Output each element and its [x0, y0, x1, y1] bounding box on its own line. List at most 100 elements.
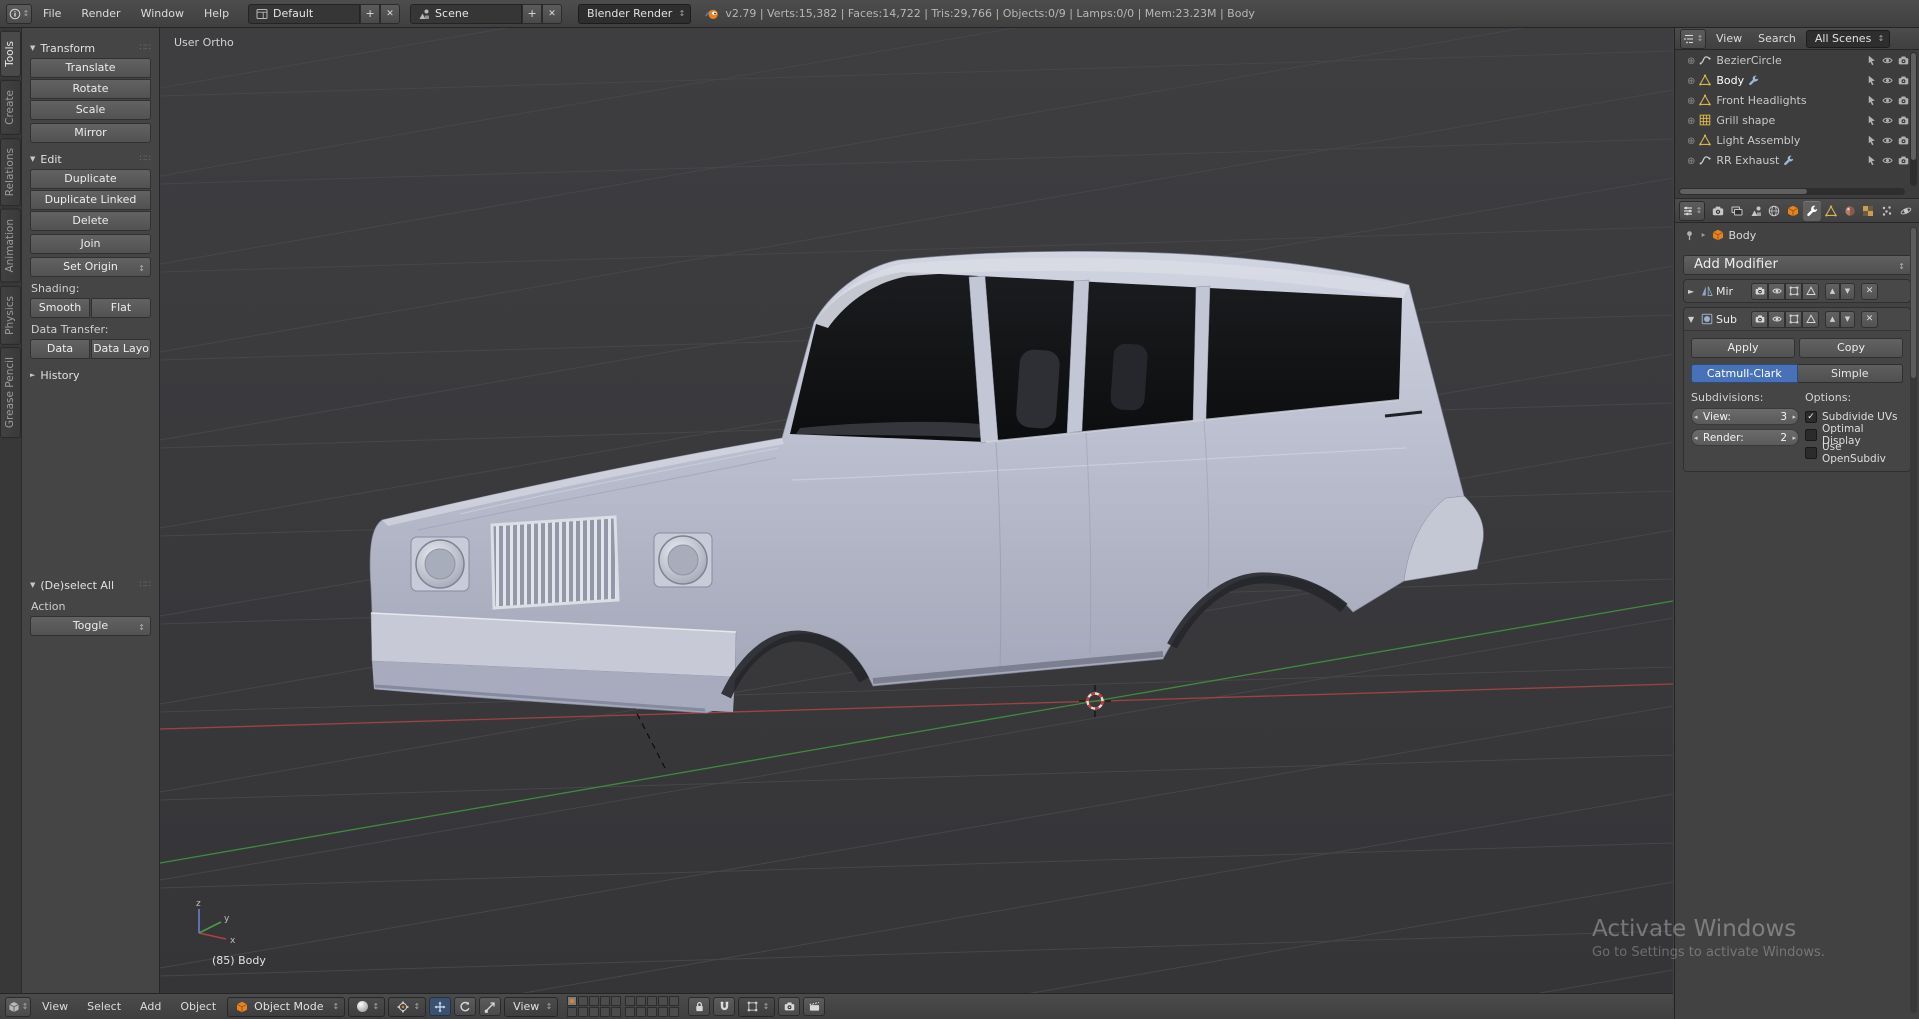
- subdivision-type-simple[interactable]: Simple: [1797, 364, 1903, 383]
- tab-object[interactable]: [1784, 201, 1802, 221]
- layer-toggle[interactable]: [647, 996, 658, 1006]
- tab-texture[interactable]: [1860, 201, 1878, 221]
- restrict-select-icon[interactable]: [1866, 135, 1877, 146]
- duplicate-button[interactable]: Duplicate: [30, 169, 151, 189]
- panel-header-deselect-all[interactable]: (De)select All: [30, 575, 151, 595]
- modifier-cage-toggle[interactable]: [1802, 282, 1819, 300]
- restrict-view-eye-icon[interactable]: [1882, 75, 1893, 86]
- rotate-button[interactable]: Rotate: [30, 79, 151, 99]
- panel-grip-icon[interactable]: [140, 154, 151, 164]
- modifier-render-toggle[interactable]: [1751, 282, 1768, 300]
- tab-relations[interactable]: Relations: [0, 137, 21, 206]
- restrict-render-camera-icon[interactable]: [1898, 115, 1909, 126]
- transfer-data-button[interactable]: Data: [30, 339, 90, 359]
- outliner-display-filter-select[interactable]: All Scenes: [1805, 29, 1891, 48]
- outliner-item-rr-exhaust[interactable]: RR Exhaust: [1675, 150, 1919, 170]
- outliner-menu-view[interactable]: View: [1710, 28, 1748, 50]
- render-engine-select[interactable]: Blender Render: [578, 3, 692, 24]
- editor-type-outliner-button[interactable]: [1680, 28, 1706, 49]
- pivot-point-select[interactable]: [388, 996, 427, 1017]
- layer-toggle[interactable]: [636, 996, 647, 1006]
- expand-icon[interactable]: [1687, 134, 1695, 147]
- editor-type-3dview-button[interactable]: [5, 996, 31, 1017]
- layer-toggle[interactable]: [589, 1007, 600, 1017]
- expand-icon[interactable]: [1687, 74, 1695, 87]
- mode-select[interactable]: Object Mode: [227, 996, 346, 1017]
- layer-toggle[interactable]: [669, 996, 680, 1006]
- transform-orientation-select[interactable]: View: [504, 996, 559, 1017]
- restrict-render-camera-icon[interactable]: [1898, 95, 1909, 106]
- restrict-render-camera-icon[interactable]: [1898, 135, 1909, 146]
- viewport-shading-select[interactable]: [348, 996, 386, 1017]
- outliner-item-light-assembly[interactable]: Light Assembly: [1675, 130, 1919, 150]
- menu-render[interactable]: Render: [72, 0, 129, 28]
- modifier-delete-button[interactable]: [1861, 282, 1878, 300]
- editor-type-properties-button[interactable]: [1679, 200, 1705, 221]
- duplicate-linked-button[interactable]: Duplicate Linked: [30, 190, 151, 210]
- layer-toggle[interactable]: [658, 996, 669, 1006]
- shade-flat-button[interactable]: Flat: [91, 298, 151, 318]
- expand-toggle-icon[interactable]: [1688, 287, 1698, 296]
- outliner-horizontal-scrollbar[interactable]: [1679, 188, 1905, 195]
- view-subdivisions-field[interactable]: View: 3: [1691, 408, 1799, 425]
- menu-file[interactable]: File: [34, 0, 70, 28]
- restrict-view-eye-icon[interactable]: [1882, 155, 1893, 166]
- tab-animation[interactable]: Animation: [0, 209, 21, 283]
- restrict-view-eye-icon[interactable]: [1882, 115, 1893, 126]
- expand-icon[interactable]: [1687, 54, 1695, 67]
- expand-icon[interactable]: [1687, 154, 1695, 167]
- tab-modifiers[interactable]: [1803, 200, 1821, 221]
- restrict-select-icon[interactable]: [1866, 95, 1877, 106]
- action-toggle-menu[interactable]: Toggle: [30, 616, 151, 637]
- restrict-select-icon[interactable]: [1866, 75, 1877, 86]
- layer-toggle[interactable]: [611, 996, 622, 1006]
- mirror-button[interactable]: Mirror: [30, 123, 151, 143]
- tab-physics[interactable]: Physics: [0, 285, 21, 345]
- tab-grease-pencil[interactable]: Grease Pencil: [0, 347, 21, 439]
- delete-scene-button[interactable]: [542, 3, 563, 24]
- join-button[interactable]: Join: [30, 234, 151, 254]
- manipulator-translate-button[interactable]: [429, 997, 452, 1016]
- snap-toggle-button[interactable]: [713, 997, 736, 1016]
- menu-help[interactable]: Help: [195, 0, 238, 28]
- modifier-name[interactable]: Mir: [1716, 285, 1746, 298]
- restrict-select-icon[interactable]: [1866, 55, 1877, 66]
- expand-icon[interactable]: [1687, 94, 1695, 107]
- modifier-move-down-button[interactable]: ▼: [1840, 282, 1855, 300]
- panel-header-transform[interactable]: Transform: [30, 38, 151, 58]
- layer-toggle[interactable]: [636, 1007, 647, 1017]
- restrict-render-camera-icon[interactable]: [1898, 155, 1909, 166]
- menu-select[interactable]: Select: [79, 994, 129, 1019]
- tab-scene[interactable]: [1747, 201, 1765, 221]
- outliner-item-beziercircle[interactable]: BezierCircle: [1675, 50, 1919, 70]
- properties-scrollbar[interactable]: [1910, 227, 1917, 1013]
- car-model[interactable]: [369, 250, 1484, 771]
- menu-object[interactable]: Object: [172, 994, 224, 1019]
- layer-toggle[interactable]: [600, 996, 611, 1006]
- apply-modifier-button[interactable]: Apply: [1691, 338, 1795, 358]
- editor-type-info-button[interactable]: [6, 3, 32, 24]
- add-modifier-button[interactable]: Add Modifier: [1683, 255, 1912, 276]
- layer-toggle[interactable]: [611, 1007, 622, 1017]
- layer-toggle[interactable]: [625, 1007, 636, 1017]
- tab-create[interactable]: Create: [0, 79, 21, 135]
- pin-icon[interactable]: [1684, 230, 1695, 241]
- opengl-render-image-button[interactable]: [778, 997, 801, 1016]
- add-scene-button[interactable]: [522, 3, 543, 24]
- layer-toggle[interactable]: [600, 1007, 611, 1017]
- tab-particles[interactable]: [1878, 201, 1896, 221]
- layer-toggle[interactable]: [625, 996, 636, 1006]
- layer-toggle[interactable]: [567, 996, 578, 1006]
- manipulator-scale-button[interactable]: [479, 997, 502, 1016]
- screen-layout-field[interactable]: Default: [248, 3, 361, 24]
- menu-window[interactable]: Window: [132, 0, 193, 28]
- checkbox-optimal-display[interactable]: [1805, 429, 1817, 441]
- delete-button[interactable]: Delete: [30, 211, 151, 231]
- modifier-delete-button[interactable]: [1861, 310, 1878, 328]
- translate-button[interactable]: Translate: [30, 58, 151, 78]
- lock-to-scene-button[interactable]: [688, 997, 711, 1016]
- restrict-select-icon[interactable]: [1866, 115, 1877, 126]
- modifier-view-toggle[interactable]: [1768, 282, 1785, 300]
- modifier-render-toggle[interactable]: [1751, 310, 1768, 328]
- menu-add[interactable]: Add: [132, 994, 169, 1019]
